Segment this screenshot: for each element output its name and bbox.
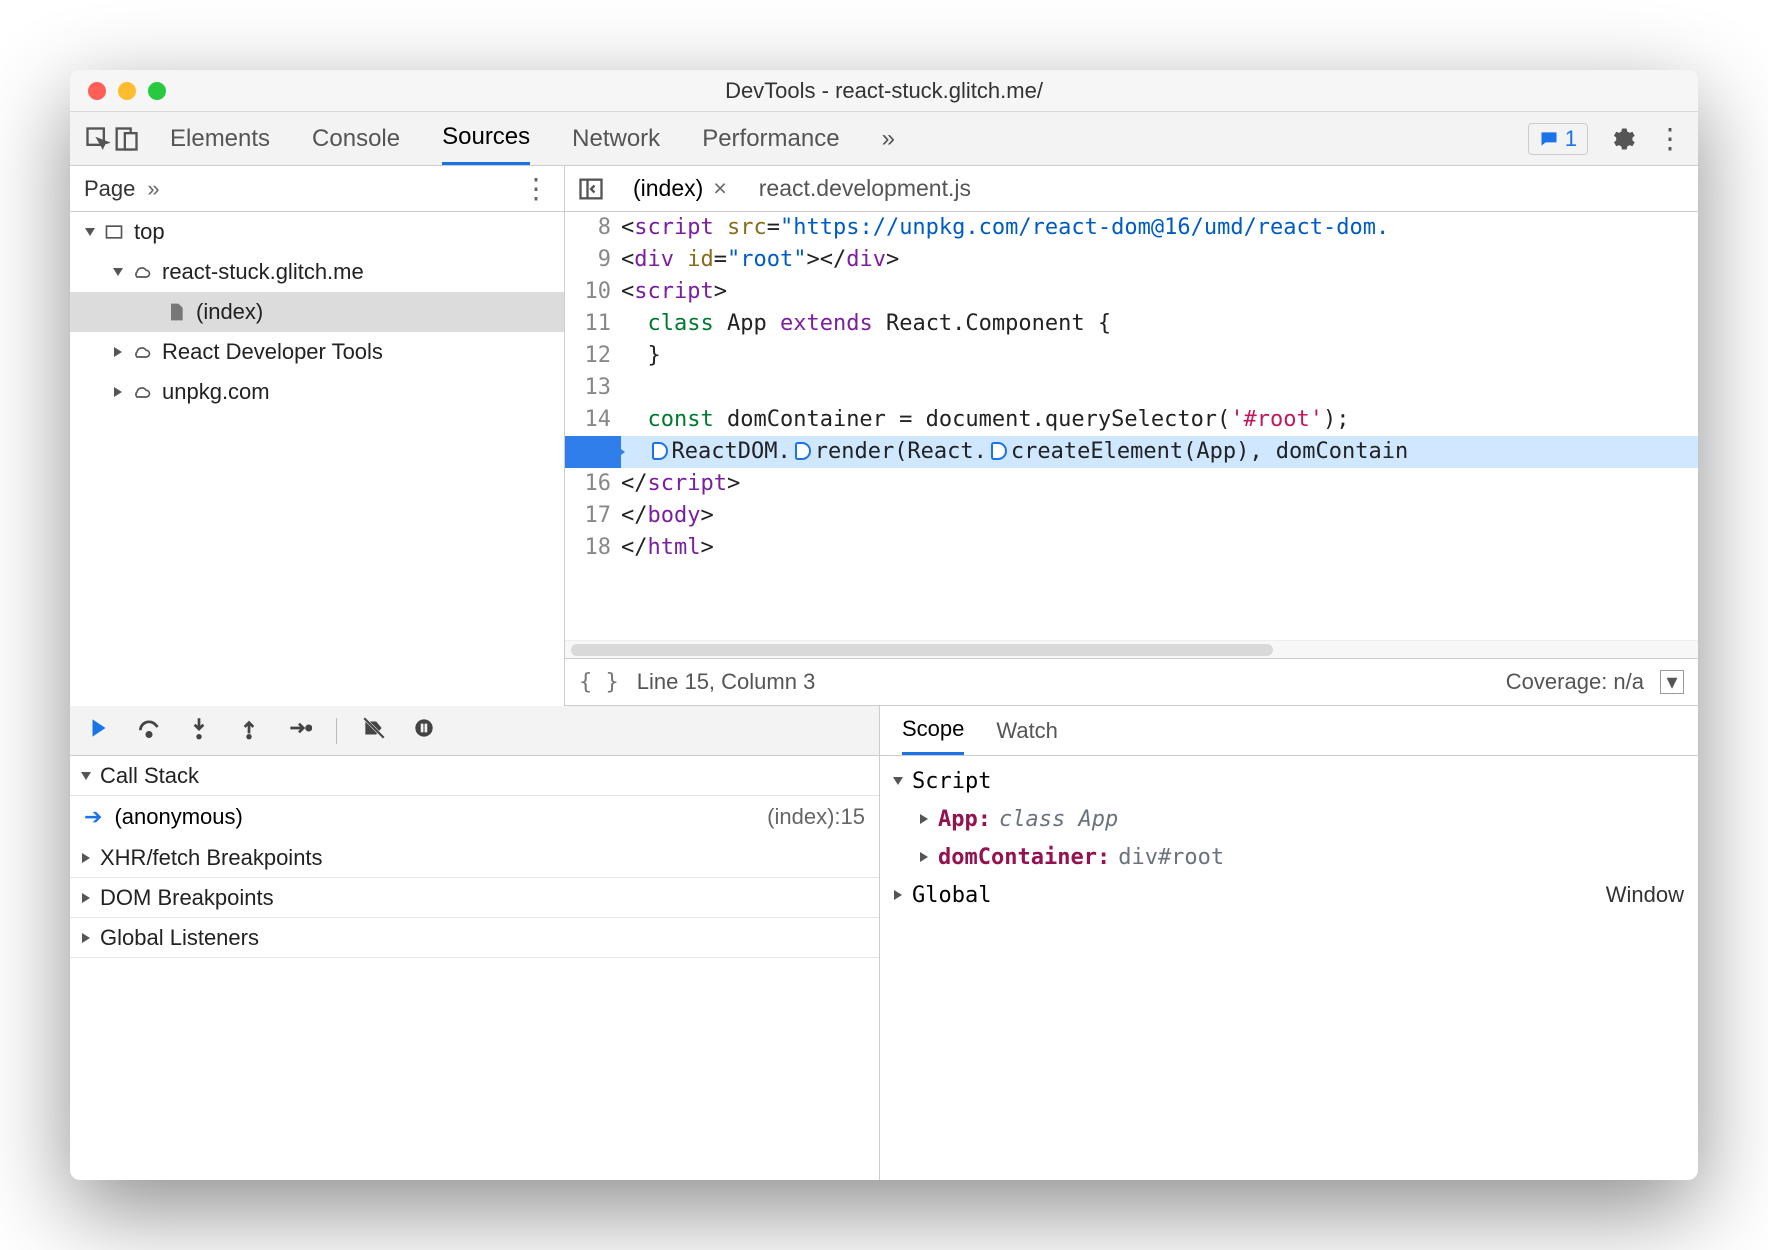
cloud-icon: [132, 262, 152, 282]
code-line-14[interactable]: 14 const domContainer = document.querySe…: [565, 404, 1698, 436]
coverage-label: Coverage: n/a: [1506, 669, 1644, 695]
horizontal-scrollbar[interactable]: [565, 640, 1698, 658]
code-area[interactable]: 8<script src="https://unpkg.com/react-do…: [565, 212, 1698, 640]
xhr-breakpoints-header[interactable]: XHR/fetch Breakpoints: [70, 838, 879, 878]
tab-console[interactable]: Console: [312, 112, 400, 165]
issues-badge[interactable]: 1: [1528, 123, 1588, 155]
resume-button[interactable]: [86, 715, 112, 747]
inspect-element-icon[interactable]: [84, 125, 112, 153]
tree-domain-label: react-stuck.glitch.me: [162, 259, 364, 285]
kebab-menu-icon[interactable]: ⋮: [1656, 125, 1684, 153]
tab-performance[interactable]: Performance: [702, 112, 839, 165]
current-frame-arrow-icon: ➔: [84, 804, 102, 830]
coverage-dropdown-icon[interactable]: ▾: [1660, 670, 1684, 694]
step-button[interactable]: [286, 715, 312, 747]
debugger-toolbar: [70, 706, 879, 756]
tree-file-index[interactable]: (index): [70, 292, 564, 332]
stack-frame[interactable]: ➔ (anonymous) (index):15: [70, 796, 879, 838]
tree-unpkg[interactable]: unpkg.com: [70, 372, 564, 412]
deactivate-breakpoints-button[interactable]: [361, 715, 387, 747]
code-line-13[interactable]: 13: [565, 372, 1698, 404]
tab-network[interactable]: Network: [572, 112, 660, 165]
dom-breakpoints-header[interactable]: DOM Breakpoints: [70, 878, 879, 918]
tabs-overflow[interactable]: »: [882, 112, 895, 165]
code-line-12[interactable]: 12 }: [565, 340, 1698, 372]
tree-unpkg-label: unpkg.com: [162, 379, 270, 405]
tree-domain[interactable]: react-stuck.glitch.me: [70, 252, 564, 292]
issues-count: 1: [1565, 126, 1577, 152]
cursor-position: Line 15, Column 3: [637, 669, 816, 695]
navigator-menu-icon[interactable]: ⋮: [522, 172, 550, 205]
step-into-button[interactable]: [186, 715, 212, 747]
cloud-icon: [132, 342, 152, 362]
scope-global[interactable]: GlobalWindow: [894, 876, 1684, 914]
tab-scope[interactable]: Scope: [902, 706, 964, 755]
scope-script[interactable]: Script: [894, 762, 1684, 800]
panel-tabs: Elements Console Sources Network Perform…: [170, 112, 895, 165]
scope-global-value: Window: [1606, 882, 1684, 908]
settings-gear-icon[interactable]: [1608, 125, 1636, 153]
device-toolbar-icon[interactable]: [112, 125, 140, 153]
navigator-sidebar: Page » ⋮ top react-stuck.glitch.me: [70, 166, 565, 706]
close-tab-icon[interactable]: ×: [713, 175, 726, 202]
devtools-toolbar: Elements Console Sources Network Perform…: [70, 112, 1698, 166]
file-tab-react-dev[interactable]: react.development.js: [755, 175, 975, 202]
code-line-10[interactable]: 10<script>: [565, 276, 1698, 308]
code-line-18[interactable]: 18</html>: [565, 532, 1698, 564]
tree-rdt-label: React Developer Tools: [162, 339, 383, 365]
minimize-window-button[interactable]: [118, 82, 136, 100]
chat-icon: [1539, 129, 1559, 149]
scope-var-app[interactable]: App:class App: [894, 800, 1684, 838]
code-line-11[interactable]: 11 class App extends React.Component {: [565, 308, 1698, 340]
tree-rdt[interactable]: React Developer Tools: [70, 332, 564, 372]
navigator-tab-page[interactable]: Page: [84, 176, 135, 202]
close-window-button[interactable]: [88, 82, 106, 100]
step-out-button[interactable]: [236, 715, 262, 747]
code-line-16[interactable]: 16</script>: [565, 468, 1698, 500]
frame-icon: [104, 222, 124, 242]
global-listeners-header[interactable]: Global Listeners: [70, 918, 879, 958]
toggle-navigator-icon[interactable]: [577, 175, 605, 203]
tree-index-label: (index): [196, 299, 263, 325]
pretty-print-icon[interactable]: { }: [579, 670, 619, 695]
titlebar: DevTools - react-stuck.glitch.me/: [70, 70, 1698, 112]
maximize-window-button[interactable]: [148, 82, 166, 100]
code-line-8[interactable]: 8<script src="https://unpkg.com/react-do…: [565, 212, 1698, 244]
navigator-tabs-overflow[interactable]: »: [147, 176, 159, 202]
pause-on-exceptions-button[interactable]: [411, 715, 437, 747]
call-stack-header[interactable]: Call Stack: [70, 756, 879, 796]
file-tab-index[interactable]: (index) ×: [629, 175, 731, 202]
cloud-icon: [132, 382, 152, 402]
tab-sources[interactable]: Sources: [442, 112, 530, 165]
file-icon: [166, 302, 186, 322]
tab-watch[interactable]: Watch: [996, 706, 1058, 755]
frame-location: (index):15: [767, 804, 865, 830]
code-line-9[interactable]: 9<div id="root"></div>: [565, 244, 1698, 276]
tab-elements[interactable]: Elements: [170, 112, 270, 165]
scope-var-domcontainer[interactable]: domContainer:div#root: [894, 838, 1684, 876]
window-title: DevTools - react-stuck.glitch.me/: [725, 78, 1043, 104]
code-line-17[interactable]: 17</body>: [565, 500, 1698, 532]
code-line-15[interactable]: 15 ReactDOM.render(React.createElement(A…: [565, 436, 1698, 468]
tree-top-label: top: [134, 219, 165, 245]
tree-top[interactable]: top: [70, 212, 564, 252]
step-over-button[interactable]: [136, 715, 162, 747]
code-editor: (index) × react.development.js 8<script …: [565, 166, 1698, 706]
